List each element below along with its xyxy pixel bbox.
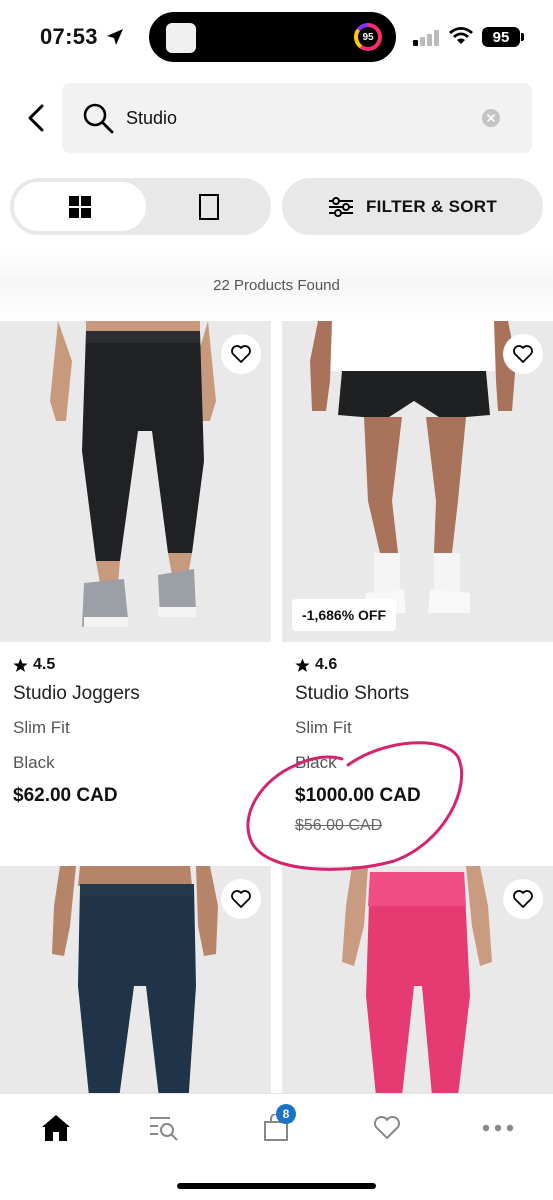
product-info: 4.5 Studio Joggers Slim Fit Black $62.00… (13, 655, 263, 807)
status-bar: 07:53 95 95 (0, 0, 553, 76)
product-fit: Slim Fit (295, 718, 352, 737)
wifi-icon (449, 27, 473, 44)
nav-more[interactable] (478, 1110, 518, 1146)
battery-tip (521, 33, 524, 41)
nav-home[interactable] (36, 1110, 76, 1146)
search-input[interactable] (126, 105, 466, 131)
heart-icon (373, 1116, 401, 1139)
product-rating: 4.6 (295, 655, 545, 675)
grid-view-button[interactable] (14, 182, 146, 231)
product-color: Black (295, 753, 337, 772)
product-count: 22 Products Found (213, 277, 340, 294)
location-arrow-icon (107, 29, 123, 45)
activity-ring-icon: 95 (354, 23, 382, 51)
filter-sort-label: FILTER & SORT (365, 196, 498, 216)
single-view-icon (198, 193, 219, 220)
heart-icon (513, 345, 533, 363)
rating-value: 4.5 (33, 656, 56, 673)
clear-search-button[interactable] (482, 109, 500, 127)
product-image[interactable] (282, 866, 553, 1093)
nav-browse[interactable] (144, 1110, 184, 1146)
product-image[interactable] (0, 321, 271, 642)
product-price: $62.00 CAD (13, 785, 118, 806)
product-name[interactable]: Studio Shorts (295, 683, 545, 705)
more-icon (482, 1124, 514, 1132)
signal-icon (413, 30, 439, 46)
back-chevron-icon (28, 104, 44, 132)
heart-icon (231, 890, 251, 908)
product-card-studio-joggers[interactable]: 4.5 Studio Joggers Slim Fit Black $62.00… (0, 321, 271, 861)
bag-count-badge: 8 (276, 1104, 296, 1124)
rating-value: 4.6 (315, 656, 338, 673)
heart-icon (231, 345, 251, 363)
wishlist-button[interactable] (221, 334, 261, 374)
product-color: Black (13, 753, 55, 772)
home-indicator (177, 1183, 376, 1189)
view-toggle (10, 178, 271, 235)
search-icon (83, 103, 114, 134)
back-button[interactable] (20, 98, 52, 138)
discount-badge: -1,686% OFF (292, 599, 397, 631)
browse-icon (150, 1117, 178, 1141)
product-card-studio-shorts[interactable]: -1,686% OFF 4.6 Studio Shorts Slim Fit B… (282, 321, 553, 861)
filter-sliders-icon (328, 196, 353, 217)
product-name[interactable]: Studio Joggers (13, 683, 263, 705)
dynamic-island: 95 (149, 12, 396, 62)
home-icon (42, 1115, 70, 1141)
product-info: 4.6 Studio Shorts Slim Fit Black $1000.0… (295, 655, 545, 835)
star-icon (13, 658, 28, 672)
wishlist-button[interactable] (221, 879, 261, 919)
product-price: $1000.00 CAD (295, 785, 421, 806)
grid-view-icon (69, 195, 91, 218)
product-card-pink-leggings[interactable] (282, 866, 553, 1093)
product-card-navy-pants[interactable] (0, 866, 271, 1093)
product-fit: Slim Fit (13, 718, 70, 737)
clear-icon (487, 114, 495, 122)
app-thumbnail-icon (166, 23, 196, 53)
activity-ring-value: 95 (358, 27, 378, 47)
product-image[interactable] (0, 866, 271, 1093)
star-icon (295, 658, 310, 672)
product-original-price: $56.00 CAD (295, 817, 383, 834)
wishlist-button[interactable] (503, 879, 543, 919)
battery-indicator: 95 (482, 27, 520, 47)
single-view-button[interactable] (150, 182, 267, 231)
product-image[interactable]: -1,686% OFF (282, 321, 553, 642)
nav-wishlist[interactable] (367, 1110, 407, 1146)
heart-icon (513, 890, 533, 908)
product-rating: 4.5 (13, 655, 263, 675)
filter-sort-button[interactable]: FILTER & SORT (282, 178, 543, 235)
search-bar[interactable] (62, 83, 532, 153)
status-time: 07:53 (40, 24, 98, 49)
wishlist-button[interactable] (503, 334, 543, 374)
nav-bag[interactable]: 8 (256, 1104, 296, 1146)
